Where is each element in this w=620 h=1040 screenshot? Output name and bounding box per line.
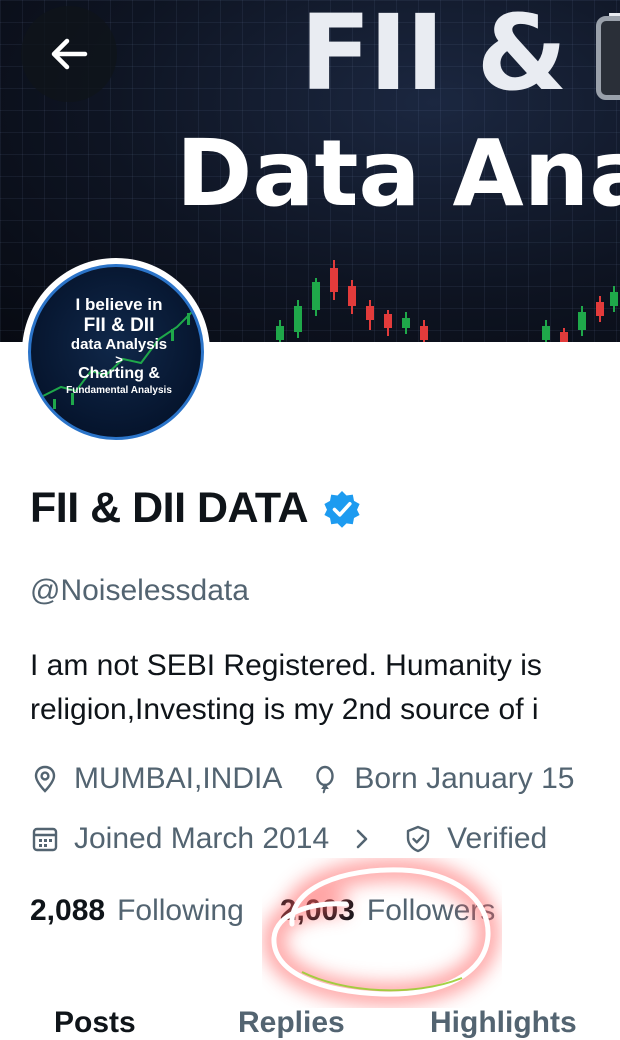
profile-meta-row: Joined March 2014 Verified [30, 822, 575, 856]
verified-badge-icon[interactable] [322, 489, 362, 529]
tab-replies[interactable]: Replies [238, 1006, 345, 1040]
banner-subtitle: Data Ana [176, 120, 620, 227]
following-count: 2,088 [30, 894, 106, 927]
birthday-text: Born January 15 [354, 762, 575, 795]
location-pin-icon [34, 765, 56, 793]
verified-item[interactable]: Verified [403, 822, 547, 856]
name-row: FII & DII DATA [30, 484, 362, 533]
calendar-icon [32, 827, 58, 852]
profile-bio: I am not SEBI Registered. Humanity is re… [30, 644, 620, 732]
avatar-text-line: Fundamental Analysis [66, 385, 172, 396]
back-arrow-icon [51, 38, 88, 70]
profile-meta-row: MUMBAI,INDIA Born January 15 [30, 762, 603, 796]
avatar-text-line: I believe in [75, 295, 163, 314]
avatar[interactable]: I believe in FII & DII data Analysis > C… [22, 258, 210, 446]
avatar-text-line: FII & DII [83, 315, 155, 336]
bio-line: I am not SEBI Registered. Humanity is [30, 649, 542, 682]
joined-item: Joined March 2014 [30, 822, 375, 856]
banner-logo [596, 16, 620, 100]
chevron-right-icon[interactable] [349, 826, 375, 852]
joined-text: Joined March 2014 [74, 822, 330, 855]
followers-link[interactable]: 2,003 Followers [280, 894, 495, 928]
following-label: Following [117, 894, 244, 927]
verified-text: Verified [447, 822, 548, 855]
tab-posts[interactable]: Posts [54, 1006, 136, 1040]
location-text: MUMBAI,INDIA [74, 762, 283, 795]
candlestick-graphic [276, 260, 618, 342]
tab-highlights[interactable]: Highlights [430, 1006, 577, 1040]
following-link[interactable]: 2,088 Following [30, 894, 244, 928]
circle-annotation [263, 858, 499, 1006]
location-item: MUMBAI,INDIA [30, 762, 282, 796]
avatar-text-line: data Analysis [70, 336, 168, 353]
balloon-icon [316, 765, 335, 794]
followers-label: Followers [366, 894, 496, 927]
birthday-item: Born January 15 [310, 762, 575, 796]
shield-check-icon [406, 825, 430, 853]
followers-count: 2,003 [279, 894, 355, 927]
profile-handle: @Noiselessdata [30, 574, 249, 607]
bio-line: religion,Investing is my 2nd source of i [30, 693, 539, 726]
avatar-text-line: Charting & [78, 365, 160, 382]
profile-page: FII & D Data Ana [0, 0, 620, 1040]
banner-title: FII & D [300, 0, 620, 114]
follow-stats: 2,088 Following 2,003 Followers [30, 894, 495, 928]
back-button[interactable] [21, 6, 117, 102]
avatar-image: I believe in FII & DII data Analysis > C… [28, 264, 204, 440]
display-name: FII & DII DATA [30, 484, 309, 532]
